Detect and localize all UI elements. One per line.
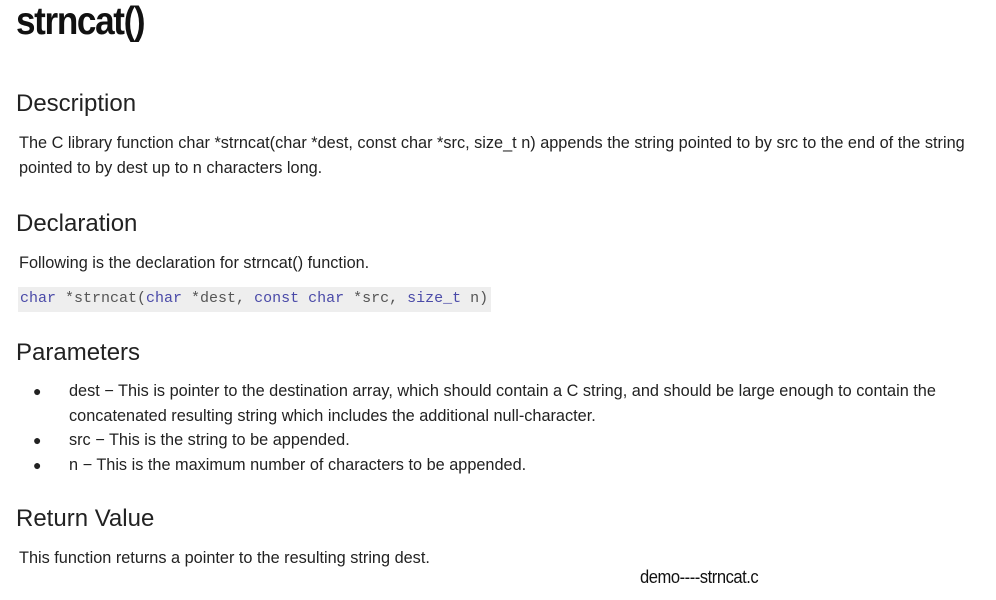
description-heading: Description	[16, 90, 137, 117]
declaration-text: Following is the declaration for strncat…	[19, 254, 370, 272]
description-text: The C library function char *strncat(cha…	[19, 134, 965, 177]
code-text: *src,	[344, 290, 408, 307]
parameter-dest: dest − This is pointer to the destinatio…	[69, 382, 936, 425]
video-caption: demo----strncat.c	[640, 567, 759, 587]
parameter-src: src − This is the string to be appended.	[69, 431, 350, 449]
code-keyword: char	[146, 290, 183, 307]
list-item: ● n − This is the maximum number of char…	[0, 453, 996, 478]
bullet-icon: ●	[33, 432, 42, 448]
parameter-n: n − This is the maximum number of charac…	[69, 455, 527, 474]
list-item: ● dest − This is pointer to the destinat…	[0, 379, 996, 428]
parameters-heading: Parameters	[16, 339, 141, 366]
return-value-text: This function returns a pointer to the r…	[19, 549, 430, 567]
bullet-icon: ●	[33, 456, 42, 473]
parameters-list: ● dest − This is pointer to the destinat…	[0, 379, 996, 477]
code-keyword: size_t	[407, 290, 462, 307]
page-title: strncat()	[16, 0, 146, 43]
code-text: *dest,	[182, 290, 255, 307]
return-value-heading: Return Value	[16, 505, 155, 532]
code-keyword: const	[254, 290, 300, 307]
code-text: *strncat(	[56, 290, 147, 307]
bullet-icon: ●	[33, 383, 42, 399]
declaration-code-block: char *strncat(char *dest, const char *sr…	[18, 287, 492, 312]
code-keyword: char	[20, 290, 57, 307]
code-keyword: char	[308, 290, 345, 307]
list-item: ● src − This is the string to be appende…	[0, 428, 996, 453]
declaration-heading: Declaration	[16, 210, 138, 237]
code-text: n)	[461, 290, 489, 307]
